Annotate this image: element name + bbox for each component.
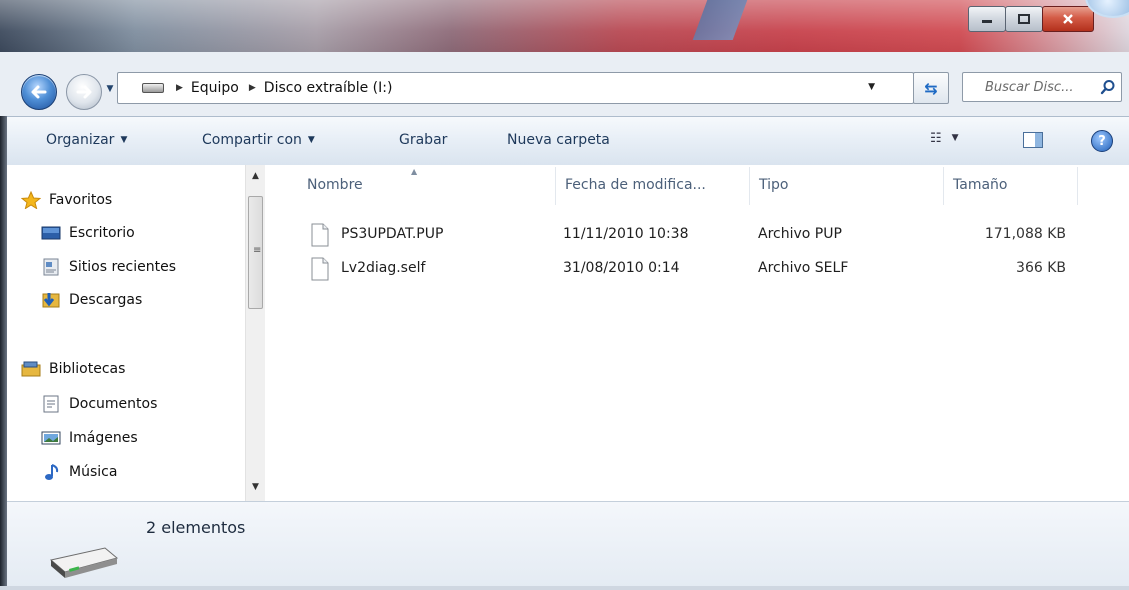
file-name: PS3UPDAT.PUP [341, 226, 444, 242]
sidebar-item-label: Música [69, 464, 118, 480]
back-button[interactable] [21, 74, 57, 110]
chevron-right-icon[interactable]: ▶ [249, 83, 256, 93]
file-date: 11/11/2010 10:38 [563, 226, 689, 242]
star-icon [21, 191, 41, 209]
share-label: Compartir con [202, 132, 302, 148]
sidebar-item-label: Documentos [69, 396, 158, 412]
column-divider[interactable] [749, 167, 750, 205]
column-header-name[interactable]: Nombre [299, 165, 553, 205]
sidebar-item-documents[interactable]: Documentos [41, 393, 157, 415]
close-button[interactable] [1042, 6, 1094, 32]
file-type: Archivo SELF [758, 260, 849, 276]
drive-icon [142, 83, 164, 93]
downloads-icon [41, 291, 61, 309]
recent-pages-dropdown[interactable]: ▼ [104, 82, 116, 96]
chevron-down-icon: ▼ [120, 135, 128, 145]
column-header-date[interactable]: Fecha de modifica... [557, 165, 747, 205]
music-icon [41, 463, 61, 481]
new-folder-button[interactable]: Nueva carpeta [507, 132, 610, 148]
sidebar-item-recent-places[interactable]: Sitios recientes [41, 256, 176, 278]
chevron-down-icon: ▼ [307, 135, 315, 145]
column-divider[interactable] [943, 167, 944, 205]
pictures-icon [41, 429, 61, 447]
chevron-down-icon[interactable]: ▼ [868, 82, 875, 92]
view-options-button[interactable]: ☷ ▼ [930, 131, 959, 146]
documents-icon [41, 395, 61, 413]
window-controls [968, 6, 1094, 32]
libraries-icon [21, 360, 41, 378]
organize-button[interactable]: Organizar ▼ [46, 132, 127, 148]
navigation-pane: Favoritos Escritorio Sitios recientes De… [7, 165, 245, 501]
breadcrumb-equipo[interactable]: Equipo [191, 80, 239, 96]
share-button[interactable]: Compartir con ▼ [202, 132, 315, 148]
sidebar-item-desktop[interactable]: Escritorio [41, 222, 135, 244]
desktop-icon [41, 224, 61, 242]
file-type: Archivo PUP [758, 226, 842, 242]
maximize-button[interactable] [1005, 6, 1043, 32]
scroll-down-button[interactable]: ▼ [246, 478, 265, 495]
maximize-icon [1018, 14, 1030, 24]
address-bar[interactable]: ▶ Equipo ▶ Disco extraíble (I:) ▼ [117, 72, 914, 104]
column-divider[interactable] [1077, 167, 1078, 205]
forward-arrow-icon [76, 85, 92, 99]
scroll-up-button[interactable]: ▲ [246, 167, 265, 184]
organize-label: Organizar [46, 132, 115, 148]
file-icon [311, 223, 329, 247]
sidebar-item-music[interactable]: Música [41, 461, 117, 483]
file-size: 366 KB [1016, 260, 1066, 276]
removable-drive-icon [49, 547, 119, 578]
back-arrow-icon [31, 85, 47, 99]
search-box[interactable] [962, 72, 1122, 102]
chevron-down-icon: ▼ [951, 133, 959, 143]
burn-button[interactable]: Grabar [399, 132, 447, 148]
details-pane: 2 elementos [7, 501, 1129, 587]
refresh-icon: ⇆ [924, 78, 938, 98]
file-name: Lv2diag.self [341, 260, 426, 276]
scroll-thumb[interactable]: ≡ [248, 196, 263, 309]
grip-icon: ≡ [253, 245, 262, 256]
column-header-size[interactable]: Tamaño [945, 165, 1075, 205]
item-count: 2 elementos [146, 518, 246, 537]
chevron-right-icon[interactable]: ▶ [176, 83, 183, 93]
minimize-button[interactable] [968, 6, 1006, 32]
table-row[interactable]: PS3UPDAT.PUP 11/11/2010 10:38 Archivo PU… [265, 220, 1129, 250]
preview-pane-button[interactable] [1023, 132, 1043, 148]
sidebar-item-label: Favoritos [49, 192, 113, 208]
window-left-border [0, 116, 7, 590]
file-list: ▲ Nombre Fecha de modifica... Tipo Tamañ… [265, 165, 1129, 501]
file-size: 171,088 KB [984, 226, 1066, 242]
title-bar [0, 0, 1129, 52]
navigation-scrollbar[interactable]: ▲ ≡ ▼ [245, 165, 265, 501]
file-icon [311, 257, 329, 281]
details-view-icon: ☷ [930, 131, 942, 146]
forward-button[interactable] [66, 74, 102, 110]
help-icon: ? [1098, 133, 1106, 149]
main-area: Favoritos Escritorio Sitios recientes De… [7, 165, 1129, 501]
sidebar-item-label: Sitios recientes [69, 259, 176, 275]
search-input[interactable] [983, 78, 1097, 96]
search-icon [1100, 80, 1115, 95]
breadcrumb-removable-disk[interactable]: Disco extraíble (I:) [264, 80, 393, 96]
sidebar-item-libraries[interactable]: Bibliotecas [21, 358, 125, 380]
sidebar-item-label: Escritorio [69, 225, 135, 241]
minimize-icon [982, 20, 992, 23]
sidebar-item-downloads[interactable]: Descargas [41, 289, 142, 311]
sidebar-item-label: Bibliotecas [49, 361, 126, 377]
sidebar-item-favorites[interactable]: Favoritos [21, 189, 112, 211]
file-date: 31/08/2010 0:14 [563, 260, 680, 276]
command-bar: Organizar ▼ Compartir con ▼ Grabar Nueva c… [7, 116, 1129, 166]
sidebar-item-label: Descargas [69, 292, 143, 308]
title-bar-glare [0, 0, 1129, 52]
refresh-button[interactable]: ⇆ [913, 72, 949, 104]
window-bottom-border [0, 586, 1129, 590]
column-header-type[interactable]: Tipo [751, 165, 941, 205]
column-divider[interactable] [555, 167, 556, 205]
sidebar-item-label: Imágenes [69, 430, 138, 446]
table-row[interactable]: Lv2diag.self 31/08/2010 0:14 Archivo SEL… [265, 254, 1129, 284]
sidebar-item-pictures[interactable]: Imágenes [41, 427, 138, 449]
close-icon [1063, 14, 1073, 24]
help-button[interactable]: ? [1091, 130, 1113, 152]
recent-places-icon [41, 258, 61, 276]
